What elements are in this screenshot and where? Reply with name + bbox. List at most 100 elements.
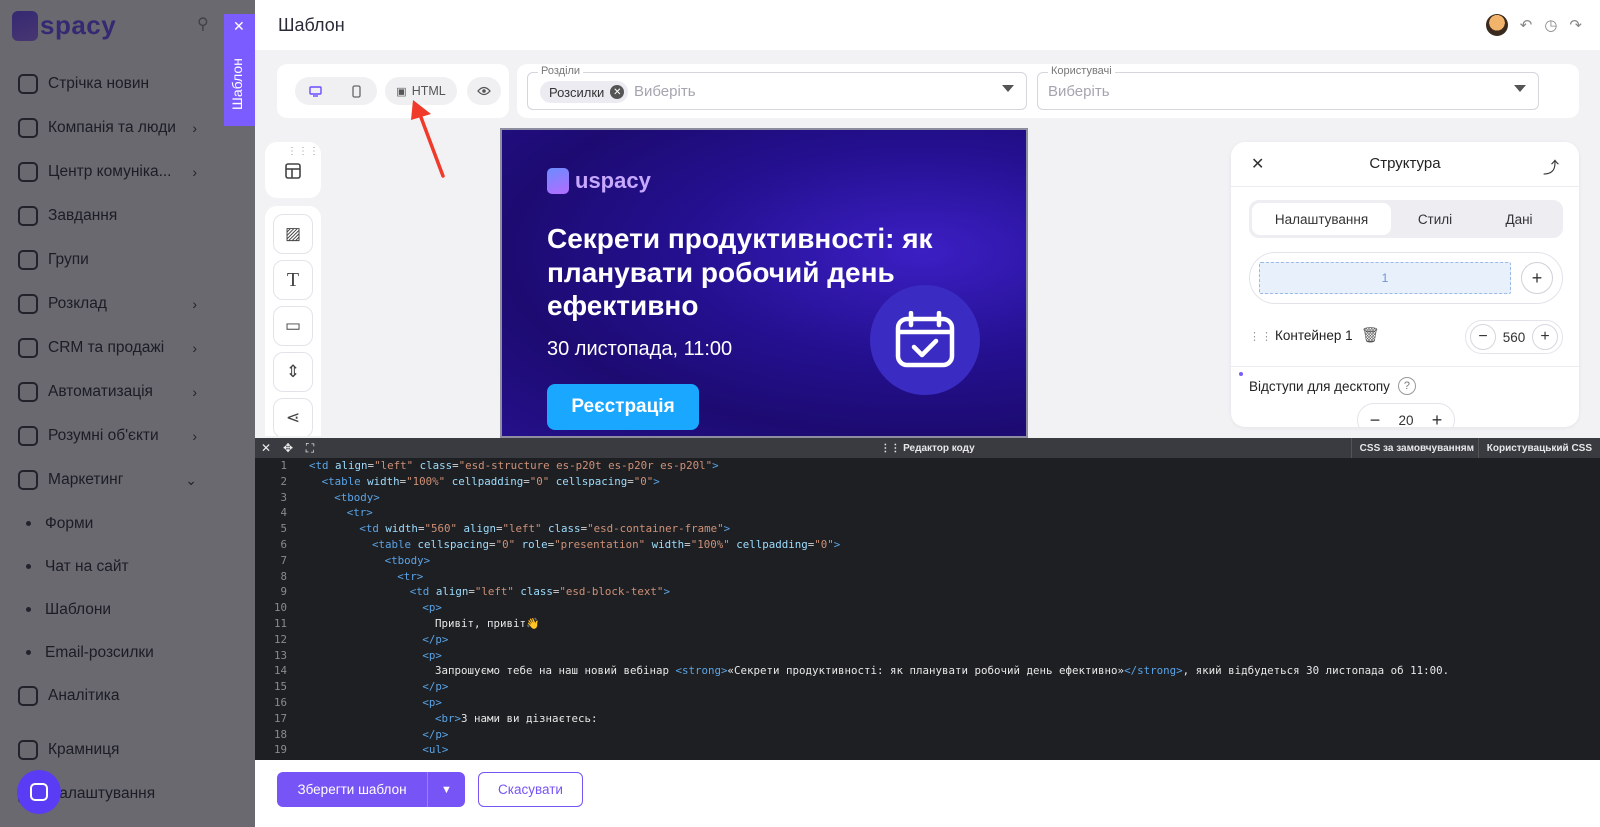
default-css-button[interactable]: CSS за замовчуванням [1350,438,1482,458]
plus-icon: + [1531,267,1543,288]
image-block-button[interactable]: ▨ [273,214,313,254]
tab-settings[interactable]: Налаштування [1252,203,1391,235]
code-line[interactable]: 8 <tr> [255,569,1600,585]
code-line-content: Запрошуємо тебе на наш новий вебінар <st… [435,664,1450,678]
column-cell[interactable]: 1 [1259,262,1511,294]
users-select[interactable]: Користувачі Виберіть [1037,65,1539,110]
drag-handle-icon: ⋮⋮⋮ [287,146,320,157]
decrease-padding-button[interactable]: − [1362,407,1388,428]
collapse-up-icon[interactable]: ⤴ [1543,154,1559,178]
code-line-content: <tbody> [384,553,431,567]
mobile-view-button[interactable] [336,77,377,105]
eye-icon [477,86,491,96]
remove-chip-icon[interactable]: ✕ [610,85,625,99]
save-options-dropdown[interactable]: ▼ [427,772,465,807]
padding-value[interactable]: 20 [1398,413,1413,428]
users-placeholder: Виберіть [1048,83,1110,100]
code-line-content: <p> [422,695,442,709]
line-number: 10 [273,601,287,615]
increase-padding-button[interactable]: + [1424,407,1450,428]
trash-icon[interactable]: 🗑 [1361,326,1380,344]
line-number: 11 [273,616,287,630]
image-icon: ▨ [284,224,302,243]
desktop-view-button[interactable] [295,77,336,105]
decrease-width-button[interactable]: − [1470,324,1496,350]
header-actions: ↶ ◷ ↷ [1485,14,1582,36]
code-line[interactable]: 1 <td align="left" class="esd-structure e… [255,458,1600,474]
tab-data[interactable]: Дані [1479,203,1559,235]
desktop-padding-label: Відступи для десктопу [1249,378,1390,394]
modal-overlay[interactable] [0,0,255,827]
code-line[interactable]: 6 <table cellspacing="0" role="presentati… [255,537,1600,553]
spacer-block-button[interactable]: ⇕ [273,352,313,392]
code-line[interactable]: 12 </p> [255,632,1600,648]
code-line[interactable]: 10 <p> [255,600,1600,616]
save-template-button[interactable]: Зберегти шаблон ▼ [277,772,465,807]
container-name: Контейнер 1 [1275,328,1353,343]
code-line[interactable]: 3 <tbody> [255,490,1600,506]
code-lines[interactable]: 1 <td align="left" class="esd-structure e… [255,458,1600,760]
preview-button[interactable] [467,77,501,105]
tab-styles[interactable]: Стилі [1395,203,1475,235]
line-number: 16 [273,695,287,709]
avatar[interactable] [1485,14,1508,36]
code-line[interactable]: 5 <td width="560" align="left" class="esd… [255,521,1600,537]
line-number: 7 [280,553,287,567]
line-number: 18 [273,727,287,741]
line-number: 9 [280,585,287,599]
code-line[interactable]: 14 Запрошуємо тебе на наш новий вебінар <… [255,663,1600,679]
sections-select[interactable]: Розділи Розсилки ✕ Виберіть [527,65,1027,110]
drag-handle-icon[interactable]: ⋮⋮ [1249,330,1273,343]
undo-icon[interactable]: ↶ [1520,16,1533,34]
view-toolbar: ▣ HTML [277,64,509,118]
code-line[interactable]: 19 <ul> [255,742,1600,758]
line-number: 13 [273,648,287,662]
custom-css-button[interactable]: Користувацький CSS [1477,438,1600,458]
padding-stepper: − 20 + [1357,403,1455,427]
code-line[interactable]: 2 <table width="100%" cellpadding="0" cel… [255,474,1600,490]
calendar-check-icon [870,285,980,395]
cancel-button[interactable]: Скасувати [478,772,583,807]
code-line-content: Привіт, привіт👋 [435,616,540,630]
code-line[interactable]: 17 <br>З нами ви дізнаєтесь: [255,711,1600,727]
code-line[interactable]: 18 </p> [255,727,1600,743]
line-number: 19 [273,743,287,757]
blocks-panel-button[interactable]: ⋮⋮⋮ [265,142,321,198]
text-block-button[interactable]: T [273,260,313,300]
columns-box: 1 + [1249,252,1563,304]
button-block-button[interactable]: ▭ [273,306,313,346]
template-side-tab[interactable]: ✕ Шаблон [224,14,255,126]
help-icon[interactable]: ? [1397,377,1416,395]
support-chat-button[interactable] [17,770,61,814]
email-canvas[interactable]: uspacy Секрети продуктивності: як планув… [500,128,1028,438]
mobile-icon [352,84,361,98]
add-column-button[interactable]: + [1521,262,1553,294]
container-row: ⋮⋮ Контейнер 1 🗑 − 560 + [1249,320,1563,354]
filters-card: Розділи Розсилки ✕ Виберіть Користувачі … [517,64,1579,118]
container-width-value[interactable]: 560 [1503,330,1526,345]
sections-chip-label: Розсилки [549,84,605,100]
code-line[interactable]: 13 <p> [255,648,1600,664]
email-register-button[interactable]: Реєстрація [547,384,699,430]
sidebar: spacy ⚲ Стрічка новинКомпанія та люди›Це… [0,0,255,827]
social-block-button[interactable]: ⋖ [273,398,313,436]
increase-width-button[interactable]: + [1532,324,1558,350]
line-number: 12 [273,632,287,646]
code-line[interactable]: 16 <p> [255,695,1600,711]
code-line-content: </p> [422,632,449,646]
history-icon[interactable]: ◷ [1544,16,1557,34]
code-line[interactable]: 9 <td align="left" class="esd-block-text"… [255,584,1600,600]
content-blocks-palette: ▨ T ▭ ⇕ ⋖ [265,206,321,436]
code-line[interactable]: 15 </p> [255,679,1600,695]
line-number: 4 [280,506,287,520]
sections-placeholder: Виберіть [634,83,696,100]
redo-icon[interactable]: ↷ [1569,16,1582,34]
close-icon[interactable]: ✕ [233,18,245,35]
line-number: 5 [280,522,287,536]
code-line[interactable]: 4 <tr> [255,505,1600,521]
code-line[interactable]: 7 <tbody> [255,553,1600,569]
users-label: Користувачі [1048,65,1115,77]
code-line[interactable]: 11 Привіт, привіт👋 [255,616,1600,632]
code-line-content: <tbody> [334,490,380,504]
code-editor: ✕ ✥ ⛶ ⋮⋮ Редактор коду CSS за замовчуван… [255,438,1600,760]
